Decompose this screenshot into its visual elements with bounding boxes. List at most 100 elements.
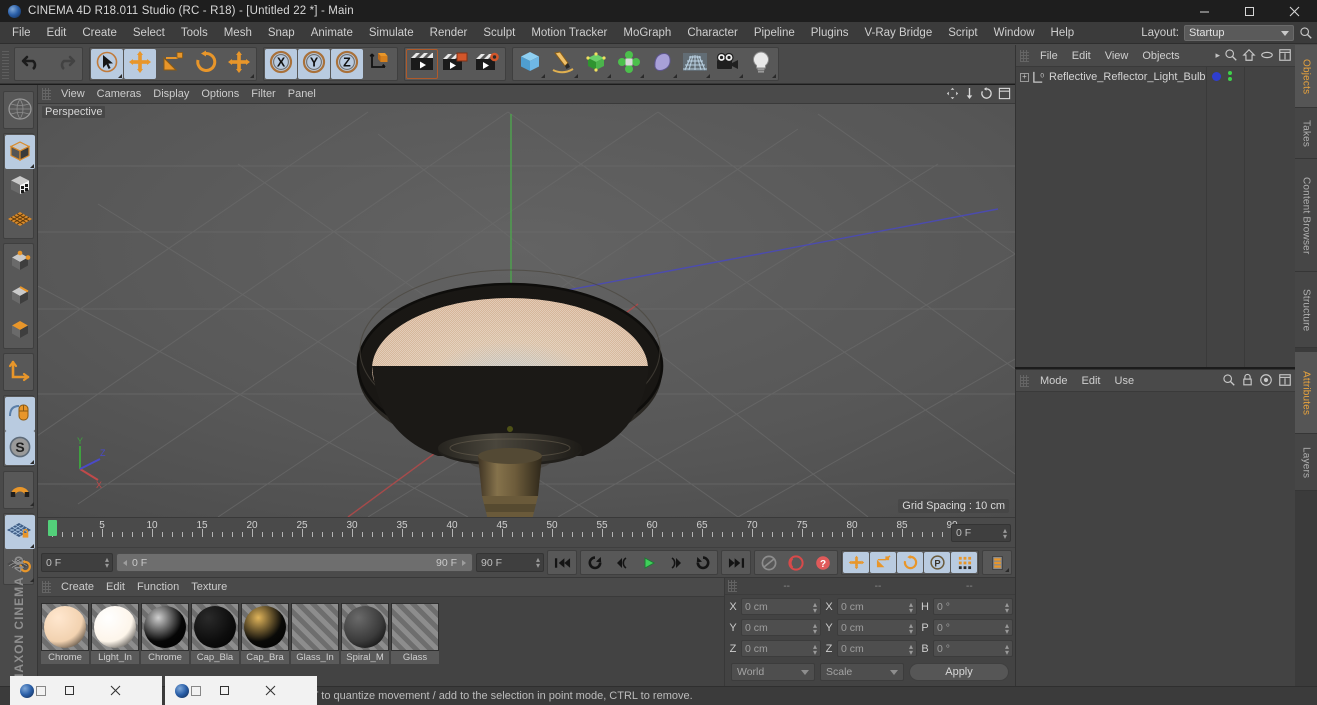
- world-coordinate-button[interactable]: [364, 49, 396, 79]
- attribute-manager-grip[interactable]: [1020, 374, 1029, 387]
- viewport-grip[interactable]: [42, 88, 51, 100]
- fit-icon[interactable]: [1278, 48, 1292, 62]
- minimize-button[interactable]: [1182, 0, 1227, 22]
- material-item[interactable]: Spiral_M: [341, 603, 389, 664]
- edges-mode-button[interactable]: [5, 279, 35, 313]
- live-selection-button[interactable]: [91, 48, 123, 79]
- menu-motion-tracker[interactable]: Motion Tracker: [523, 22, 615, 44]
- coordinate-system-dropdown[interactable]: World: [731, 663, 815, 681]
- tb2-minimize-button[interactable]: [201, 676, 247, 705]
- menu-file[interactable]: File: [4, 22, 39, 44]
- play-backwards-loop-button[interactable]: [582, 552, 608, 573]
- menu-animate[interactable]: Animate: [303, 22, 361, 44]
- play-button[interactable]: [636, 552, 662, 573]
- viewport-menu-view[interactable]: View: [55, 85, 91, 104]
- key-position-button[interactable]: [843, 552, 869, 573]
- material-item[interactable]: Chrome: [141, 603, 189, 664]
- expand-toggle-icon[interactable]: +: [1020, 72, 1029, 82]
- fit-icon[interactable]: [1278, 373, 1292, 387]
- key-parameter-button[interactable]: P: [924, 552, 950, 573]
- close-button[interactable]: [1272, 0, 1317, 22]
- material-item[interactable]: Cap_Bra: [241, 603, 289, 664]
- search-icon[interactable]: [1299, 26, 1313, 40]
- record-active-objects-button[interactable]: [783, 552, 809, 573]
- menu-character[interactable]: Character: [679, 22, 746, 44]
- enable-axis-button[interactable]: [5, 397, 35, 431]
- maximize-view-icon[interactable]: [998, 87, 1011, 100]
- range-left-arrow-icon[interactable]: [121, 559, 129, 567]
- viewport-menu-cameras[interactable]: Cameras: [91, 85, 148, 104]
- add-array-button[interactable]: [613, 49, 645, 79]
- menu-plugins[interactable]: Plugins: [803, 22, 857, 44]
- timeline-playhead[interactable]: [48, 519, 57, 536]
- toolbar-grip[interactable]: [2, 48, 9, 79]
- menu-select[interactable]: Select: [125, 22, 173, 44]
- menu-tools[interactable]: Tools: [173, 22, 216, 44]
- search-icon[interactable]: [1222, 373, 1236, 387]
- viewport-canvas[interactable]: Perspective Grid Spacing : 10 cm Y X Z: [38, 104, 1015, 517]
- material-swatch[interactable]: [91, 603, 139, 651]
- menu-render[interactable]: Render: [422, 22, 476, 44]
- undo-button[interactable]: [16, 49, 48, 79]
- menu-edit[interactable]: Edit: [39, 22, 75, 44]
- menu-mesh[interactable]: Mesh: [216, 22, 260, 44]
- lock-y-button[interactable]: Y: [298, 48, 330, 79]
- preview-range-slider[interactable]: 0 F 90 F: [116, 553, 473, 572]
- snap-button[interactable]: [5, 473, 35, 507]
- stepper-icon[interactable]: ▴ ▾: [1005, 601, 1009, 615]
- add-light-button[interactable]: [745, 49, 777, 79]
- side-tab-content-browser[interactable]: Content Browser: [1295, 159, 1317, 273]
- go-to-start-button[interactable]: [549, 552, 575, 573]
- coord-rot-field[interactable]: 0 ° ▴ ▾: [933, 640, 1013, 657]
- go-to-end-button[interactable]: [723, 552, 749, 573]
- move-button[interactable]: [124, 48, 156, 79]
- coord-size-field[interactable]: 0 cm ▴ ▾: [837, 640, 917, 657]
- material-swatch[interactable]: [291, 603, 339, 651]
- lock-icon[interactable]: [1241, 373, 1254, 387]
- make-editable-button[interactable]: [5, 93, 35, 127]
- material-manager-grip[interactable]: [42, 581, 51, 593]
- object-menu-view[interactable]: View: [1098, 45, 1136, 67]
- material-item[interactable]: Chrome: [41, 603, 89, 664]
- coordinates-grip[interactable]: [728, 580, 737, 592]
- stepper-icon[interactable]: ▴ ▾: [1005, 643, 1009, 657]
- viewport-menu-display[interactable]: Display: [147, 85, 195, 104]
- menu-v-ray-bridge[interactable]: V-Ray Bridge: [856, 22, 940, 44]
- coord-size-field[interactable]: 0 cm ▴ ▾: [837, 598, 917, 615]
- previous-frame-button[interactable]: [609, 552, 635, 573]
- material-swatch[interactable]: [141, 603, 189, 651]
- add-spline-button[interactable]: [547, 49, 579, 79]
- render-to-picture-viewer-button[interactable]: [439, 49, 471, 79]
- stepper-icon[interactable]: ▴ ▾: [813, 601, 817, 615]
- move-alt-button[interactable]: [223, 49, 255, 79]
- polygons-mode-button[interactable]: [5, 313, 35, 347]
- menu-pipeline[interactable]: Pipeline: [746, 22, 803, 44]
- target-icon[interactable]: [1259, 373, 1273, 387]
- material-item[interactable]: Glass: [391, 603, 439, 664]
- overflow-arrow-icon[interactable]: ▸: [1215, 50, 1220, 61]
- stepper-icon[interactable]: ▴ ▾: [909, 643, 913, 657]
- home-icon[interactable]: [1242, 48, 1256, 62]
- menu-snap[interactable]: Snap: [260, 22, 303, 44]
- material-swatch[interactable]: [191, 603, 239, 651]
- redo-button[interactable]: [49, 49, 81, 79]
- uv-mesh-button[interactable]: [5, 203, 35, 237]
- stepper-icon[interactable]: ▴ ▾: [813, 622, 817, 636]
- material-swatch[interactable]: [241, 603, 289, 651]
- tb1-minimize-button[interactable]: [46, 676, 92, 705]
- menu-script[interactable]: Script: [940, 22, 985, 44]
- pan-view-icon[interactable]: [946, 87, 959, 100]
- menu-create[interactable]: Create: [74, 22, 125, 44]
- object-color-dot[interactable]: [1212, 72, 1221, 81]
- stepper-icon[interactable]: ▴ ▾: [909, 622, 913, 636]
- autokeying-button[interactable]: ?: [810, 552, 836, 573]
- material-item[interactable]: Glass_In: [291, 603, 339, 664]
- stepper-icon[interactable]: ▴ ▾: [813, 643, 817, 657]
- viewport-menu-filter[interactable]: Filter: [245, 85, 281, 104]
- object-visibility-dots[interactable]: [1228, 71, 1232, 81]
- points-mode-button[interactable]: [5, 245, 35, 279]
- coord-rot-field[interactable]: 0 ° ▴ ▾: [933, 598, 1013, 615]
- coord-pos-field[interactable]: 0 cm ▴ ▾: [741, 640, 821, 657]
- material-swatch[interactable]: [341, 603, 389, 651]
- stepper-icon[interactable]: ▴ ▾: [1003, 526, 1007, 540]
